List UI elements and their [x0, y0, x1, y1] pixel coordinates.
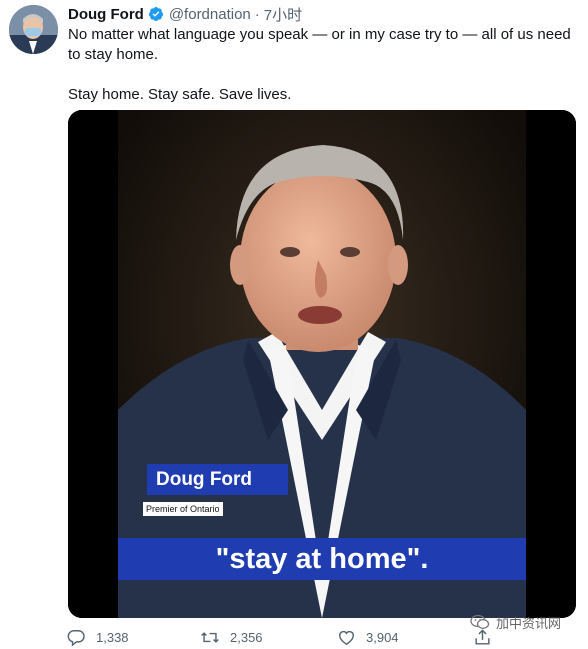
heart-icon	[337, 628, 356, 647]
avatar[interactable]	[9, 5, 58, 54]
verified-badge-icon	[148, 6, 164, 22]
separator-dot: ·	[254, 5, 260, 23]
tweet-text-line2: Stay home. Stay safe. Save lives.	[68, 86, 292, 103]
author-handle[interactable]: @fordnation	[169, 6, 251, 23]
retweet-icon	[200, 628, 220, 647]
retweet-button[interactable]: 2,356	[200, 626, 263, 648]
tweet-header: Doug Ford @fordnation · 7小时	[68, 3, 302, 25]
like-count: 3,904	[366, 629, 399, 645]
reply-icon	[67, 628, 86, 647]
video-player[interactable]: Doug Ford Premier of Ontario "stay at ho…	[68, 110, 576, 618]
reply-count: 1,338	[96, 629, 129, 645]
lower-third-title: Premier of Ontario	[143, 502, 223, 516]
lower-third-name: Doug Ford	[147, 464, 288, 495]
wechat-icon	[470, 614, 490, 630]
watermark: 加中资讯网	[470, 612, 561, 632]
tweet-text-line1: No matter what language you speak — or i…	[68, 26, 571, 63]
retweet-count: 2,356	[230, 629, 263, 645]
author-name[interactable]: Doug Ford	[68, 6, 144, 23]
reply-button[interactable]: 1,338	[67, 626, 129, 648]
like-button[interactable]: 3,904	[337, 626, 399, 648]
tweet-timestamp[interactable]: 7小时	[264, 4, 302, 25]
tweet-actions: 1,338 2,356 3,904	[67, 626, 497, 648]
watermark-text: 加中资讯网	[496, 615, 562, 631]
video-caption: "stay at home".	[215, 543, 429, 575]
tweet-text: No matter what language you speak — or i…	[68, 25, 578, 105]
